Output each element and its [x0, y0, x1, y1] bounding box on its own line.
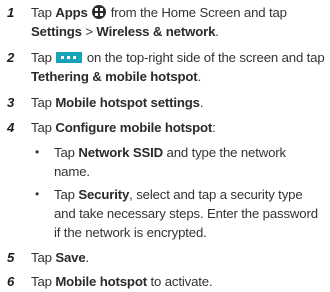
punctuation: . — [199, 95, 204, 110]
step-text: Tap — [31, 250, 56, 265]
wireless-network-label: Wireless & network — [96, 24, 216, 39]
substep-security: • Tap Security, select and tap a securit… — [35, 185, 325, 242]
step-4: 4 Tap Configure mobile hotspot: — [7, 118, 330, 137]
step-1: 1 Tap Apps from the Home Screen and tap … — [7, 3, 330, 41]
step-number: 1 — [7, 5, 15, 20]
bullet: • — [35, 145, 40, 159]
step-2: 2 Tap on the top-right side of the scree… — [7, 48, 330, 86]
network-ssid-label: Network SSID — [78, 145, 164, 160]
step-text: Tap — [54, 145, 79, 160]
security-label: Security — [78, 187, 130, 202]
step-number: 2 — [7, 50, 15, 65]
punctuation: : — [212, 120, 216, 135]
bullet: • — [35, 187, 40, 201]
step-text: Tap — [31, 50, 56, 65]
tethering-hotspot-label: Tethering & mobile hotspot — [31, 69, 198, 84]
step-number: 6 — [7, 274, 15, 289]
step-number: 3 — [7, 95, 15, 110]
settings-label: Settings — [31, 24, 82, 39]
step-text: from the Home Screen and tap — [107, 5, 287, 20]
step-number: 5 — [7, 250, 15, 265]
separator: > — [81, 24, 97, 39]
step-text: Tap — [31, 95, 56, 110]
step-text: Tap — [31, 5, 56, 20]
step-text: Tap — [31, 120, 56, 135]
save-label: Save — [55, 250, 86, 265]
more-options-icon — [56, 52, 83, 63]
punctuation: . — [215, 24, 219, 39]
step-text: Tap — [31, 274, 56, 289]
step-text: on the top-right side of the screen and … — [83, 50, 325, 65]
mobile-hotspot-settings-label: Mobile hotspot settings — [55, 95, 200, 110]
punctuation: . — [197, 69, 202, 84]
step-6: 6 Tap Mobile hotspot to activate. — [7, 272, 330, 291]
step-text: to activate. — [147, 274, 213, 289]
step-number: 4 — [7, 120, 15, 135]
punctuation: . — [85, 250, 90, 265]
step-3: 3 Tap Mobile hotspot settings. — [7, 93, 330, 112]
configure-hotspot-label: Configure mobile hotspot — [55, 120, 213, 135]
substep-network-ssid: • Tap Network SSID and type the network … — [35, 143, 325, 181]
apps-grid-icon — [92, 5, 107, 19]
apps-label: Apps — [55, 5, 88, 20]
step-text: Tap — [54, 187, 79, 202]
mobile-hotspot-label: Mobile hotspot — [55, 274, 147, 289]
step-5: 5 Tap Save. — [7, 248, 330, 267]
